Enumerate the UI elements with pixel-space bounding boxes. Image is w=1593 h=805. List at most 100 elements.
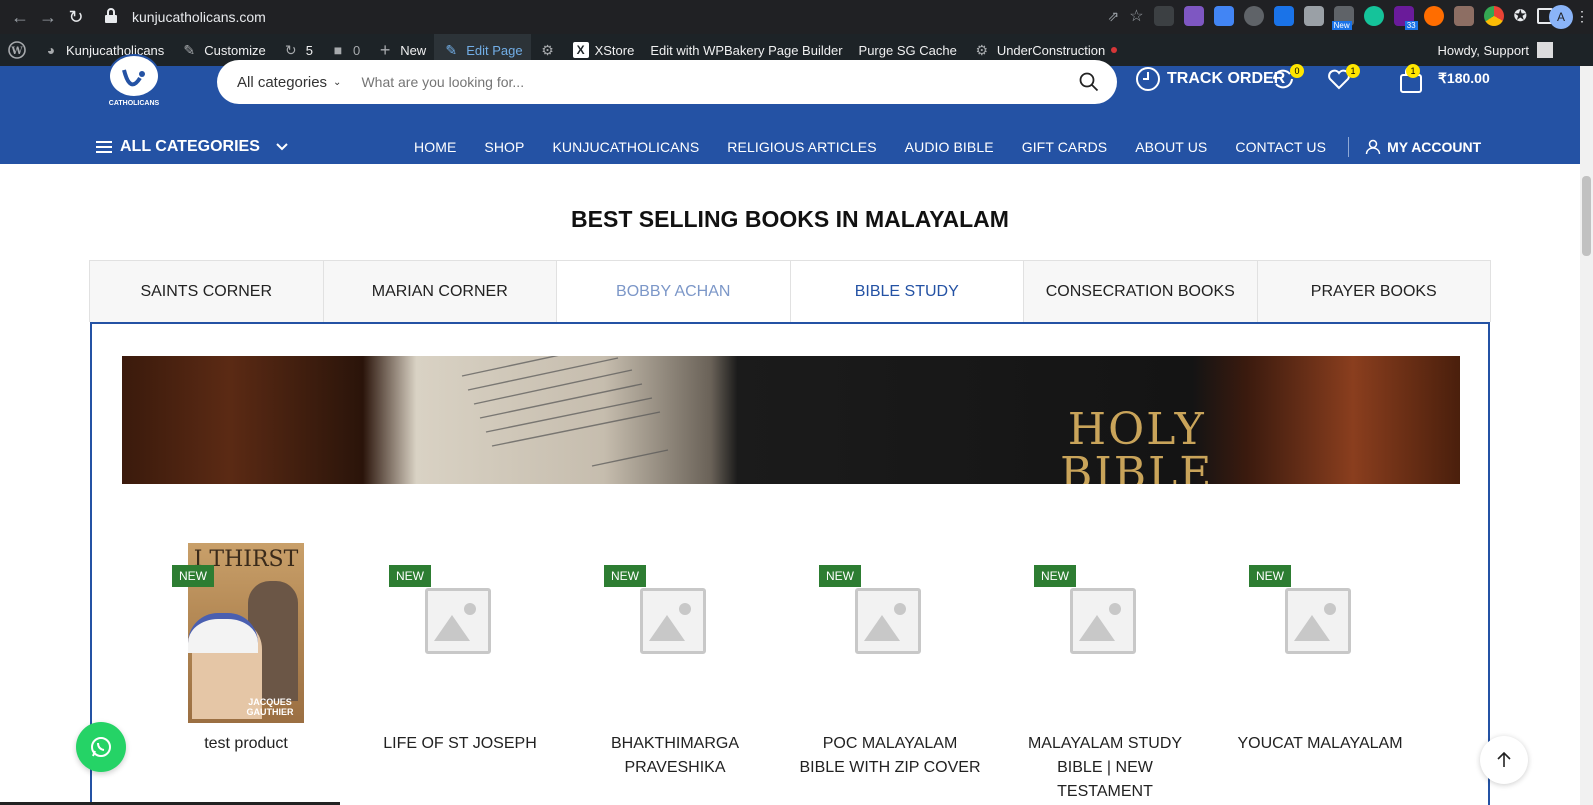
product-card[interactable]: NEW MALAYALAM STUDY BIBLE | NEW TESTAMEN… [1028,546,1230,805]
new-badge: NEW [604,565,646,587]
pencil-icon: ✎ [445,41,458,58]
nav-about-us[interactable]: ABOUT US [1121,139,1221,155]
track-order-link[interactable]: TRACK ORDER [1135,66,1285,92]
placeholder-image-icon[interactable] [425,588,491,654]
placeholder-image-icon[interactable] [855,588,921,654]
product-card[interactable]: NEW POC MALAYALAM BIBLE WITH ZIP COVER [799,546,1015,805]
category-select[interactable]: All categories ⌄ [217,60,361,104]
site-header: CATHOLICANS All categories ⌄ TRACK ORDER… [0,54,1580,164]
docs-extension-icon[interactable] [1213,6,1234,26]
globe-extension-icon[interactable] [1243,6,1264,26]
cart-total[interactable]: ₹180.00 [1438,70,1490,87]
flame-extension-icon[interactable] [1423,6,1444,26]
product-title[interactable]: YOUCAT MALAYALAM [1205,732,1435,756]
tab-bobby-achan[interactable]: BOBBY ACHAN [557,261,791,322]
placeholder-image-icon[interactable] [1070,588,1136,654]
my-account-link[interactable]: MY ACCOUNT [1357,139,1481,155]
under-construction-label: UnderConstruction [996,42,1106,58]
brush-icon: ✎ [183,41,196,58]
tab-consecration-books[interactable]: CONSECRATION BOOKS [1024,261,1258,322]
wp-account[interactable]: Howdy, Support [1437,42,1593,58]
category-tabs: SAINTS CORNER MARIAN CORNER BOBBY ACHAN … [89,260,1491,322]
product-title[interactable]: BHAKTHIMARGA PRAVESHIKA [560,732,790,780]
tab-marian-corner[interactable]: MARIAN CORNER [323,261,557,322]
compare-button[interactable]: 0 [1270,64,1304,92]
bookmark-star-icon[interactable]: ☆ [1129,6,1143,26]
back-icon[interactable]: ← [6,3,34,31]
product-card[interactable]: NEW YOUCAT MALAYALAM [1237,546,1445,805]
grammarly-extension-icon[interactable] [1363,6,1384,26]
cart-button[interactable]: 1 [1398,64,1428,93]
all-categories-chevron-icon[interactable] [276,132,288,162]
hat-extension-icon[interactable]: 33 [1393,6,1418,30]
robot-icon: ⚙ [541,41,554,58]
scroll-to-top-button[interactable] [1480,736,1528,784]
product-title[interactable]: LIFE OF ST JOSEPH [345,732,575,756]
user-avatar [1537,42,1553,58]
tool-extension-icon[interactable] [1453,6,1474,26]
placeholder-image-icon[interactable] [640,588,706,654]
nav-contact-us[interactable]: CONTACT US [1221,139,1340,155]
updates-count: 5 [305,42,313,58]
logo-emblem [108,54,160,98]
extension-new-badge: New [1331,21,1352,30]
new-badge: NEW [172,565,214,587]
placeholder-image-icon[interactable] [1285,588,1351,654]
whatsapp-chat-button[interactable] [76,722,126,772]
all-categories-button[interactable]: ALL CATEGORIES [96,132,260,162]
profile-avatar[interactable]: A [1549,5,1573,29]
comment-icon: ■ [333,42,343,58]
feather-extension-icon[interactable] [1183,6,1204,26]
new-extension-icon[interactable]: New [1331,6,1354,30]
nav-gift-cards[interactable]: GIFT CARDS [1008,139,1122,155]
site-logo[interactable]: CATHOLICANS [106,54,162,110]
reload-icon[interactable]: ↻ [62,3,90,31]
compare-count-badge: 0 [1290,64,1304,78]
extensions-area: ⇗ ☆ New 33 ✪ [1108,6,1553,30]
product-card[interactable]: I THIRST JACQUES GAUTHIER NEW test produ… [170,543,370,805]
section-title: BEST SELLING BOOKS IN MALAYALAM [571,206,1009,232]
product-title[interactable]: MALAYALAM STUDY BIBLE | NEW TESTAMENT [990,732,1220,804]
nav-home[interactable]: HOME [400,139,470,155]
tab-saints-corner[interactable]: SAINTS CORNER [90,261,324,322]
primary-menu: HOME SHOP KUNJUCATHOLICANS RELIGIOUS ART… [400,132,1481,162]
nav-shop[interactable]: SHOP [470,139,538,155]
wp-logo-menu[interactable]: W [0,34,34,66]
nav-religious-articles[interactable]: RELIGIOUS ARTICLES [713,139,890,155]
xstore-icon: X [572,42,589,58]
product-title[interactable]: POC MALAYALAM BIBLE WITH ZIP COVER [775,732,1005,780]
customize-label: Customize [204,42,266,58]
product-card[interactable]: NEW BHAKTHIMARGA PRAVESHIKA [600,546,800,805]
howdy-label: Howdy, Support [1437,42,1529,58]
search-input[interactable] [361,74,1069,90]
track-order-label: TRACK ORDER [1167,70,1286,87]
share-icon[interactable]: ⇗ [1108,8,1120,25]
chrome-extension-icon[interactable] [1483,6,1504,26]
scrollbar-thumb[interactable] [1582,176,1591,256]
tab-bible-study[interactable]: BIBLE STUDY [790,261,1024,322]
forward-icon[interactable]: → [34,3,62,31]
wordpress-icon: W [8,41,26,59]
menu-kebab-icon[interactable]: ⋮ [1575,8,1589,25]
svg-text:W: W [10,46,23,57]
page-scrollbar[interactable] [1580,66,1593,805]
puzzle-extensions-icon[interactable]: ✪ [1514,6,1527,26]
wishlist-button[interactable]: 1 [1326,64,1360,92]
arrow-up-icon [1497,751,1511,767]
banner-text-bible: BIBLE [1060,448,1214,485]
status-dot [1111,47,1118,53]
logo-text: CATHOLICANS [108,100,160,107]
avatar-letter: A [1556,10,1565,24]
bible-banner-image: HOLY BIBLE [122,356,1460,484]
tab-prayer-books[interactable]: PRAYER BOOKS [1257,261,1490,322]
translate-extension-icon[interactable] [1273,6,1294,26]
recycle-extension-icon[interactable] [1153,6,1174,26]
search-button[interactable] [1069,62,1109,102]
camera-extension-icon[interactable] [1303,6,1324,26]
address-bar[interactable]: kunjucatholicans.com [104,4,1064,30]
lock-icon [104,8,122,26]
product-title[interactable]: test product [131,732,361,756]
nav-audio-bible[interactable]: AUDIO BIBLE [891,139,1008,155]
product-card[interactable]: NEW LIFE OF ST JOSEPH [383,546,585,805]
nav-kunjucatholicans[interactable]: KUNJUCATHOLICANS [538,139,713,155]
